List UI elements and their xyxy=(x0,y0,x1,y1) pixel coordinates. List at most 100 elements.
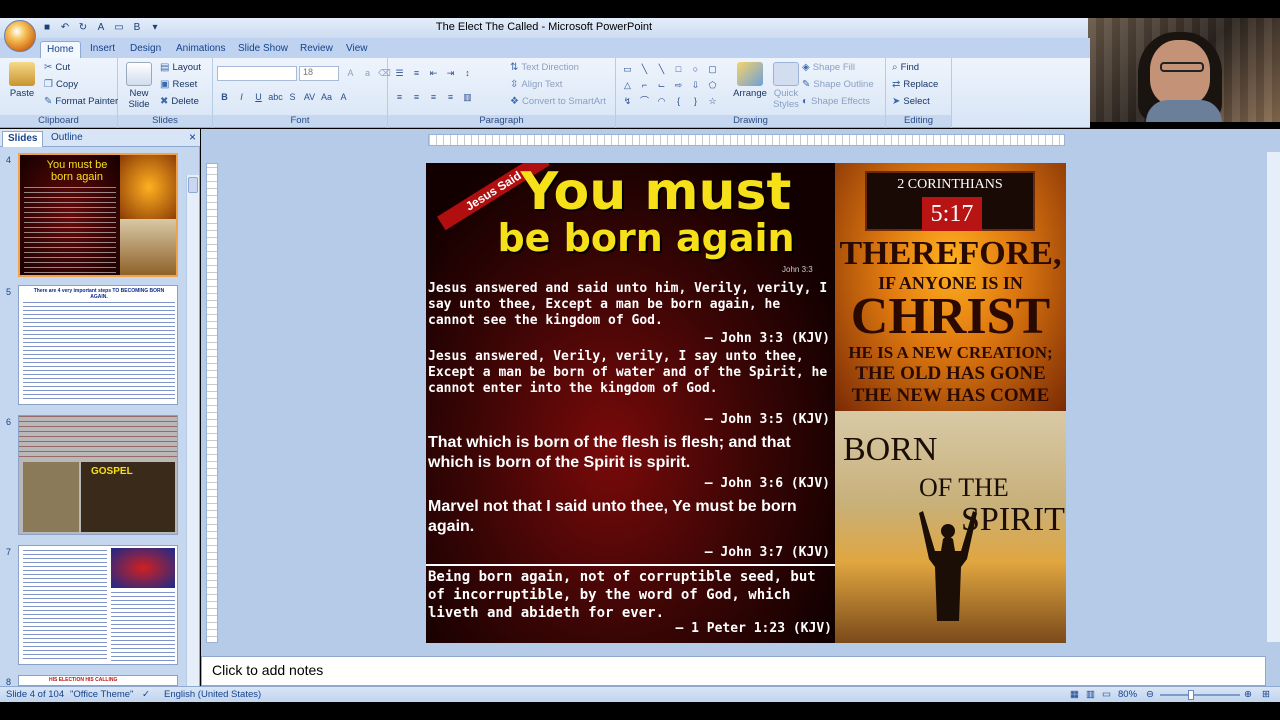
slide-thumbnail-6[interactable]: GOSPEL xyxy=(18,415,178,535)
increase-indent-icon[interactable]: ⇥ xyxy=(443,66,458,80)
corinthians-title: 2 CORINTHIANS xyxy=(897,177,1003,192)
normal-view-icon[interactable]: ▦ xyxy=(1070,689,1079,700)
connector-shape-icon[interactable]: ⌐ xyxy=(637,78,652,92)
lightning-shape-icon[interactable]: ↯ xyxy=(620,94,635,108)
brace2-shape-icon[interactable]: } xyxy=(688,94,703,108)
decrease-indent-icon[interactable]: ⇤ xyxy=(426,66,441,80)
align-center-icon[interactable]: ≡ xyxy=(409,90,424,104)
replace-button[interactable]: ⇄ Replace xyxy=(892,79,938,90)
close-icon[interactable]: × xyxy=(189,130,196,144)
tab-view[interactable]: View xyxy=(340,41,374,58)
shape-fill-button[interactable]: ◈ Shape Fill xyxy=(802,62,855,73)
down-arrow-shape-icon[interactable]: ⇩ xyxy=(688,78,703,92)
copy-button[interactable]: ❐ Copy xyxy=(44,79,78,90)
vertical-ruler[interactable] xyxy=(206,163,218,643)
reset-button[interactable]: ▣ Reset xyxy=(160,79,197,90)
layout-icon: ▤ xyxy=(160,62,170,73)
rectangle-shape-icon[interactable]: □ xyxy=(671,62,686,76)
slide-thumbnail-5[interactable]: There are 4 very important steps TO BECO… xyxy=(18,285,178,405)
thumb-text-lines-2 xyxy=(111,592,175,662)
align-right-icon[interactable]: ≡ xyxy=(426,90,441,104)
editor-scrollbar[interactable] xyxy=(1266,152,1280,642)
zoom-slider-track[interactable] xyxy=(1160,694,1240,696)
slide-sorter-icon[interactable]: ▥ xyxy=(1086,689,1095,700)
tab-home[interactable]: Home xyxy=(40,41,81,58)
justify-icon[interactable]: ≡ xyxy=(443,90,458,104)
line2-shape-icon[interactable]: ╲ xyxy=(654,62,669,76)
font-name-combo[interactable] xyxy=(217,66,297,81)
spellcheck-icon[interactable]: ✓ xyxy=(142,689,150,700)
italic-icon[interactable]: I xyxy=(234,90,249,104)
bold-icon[interactable]: B xyxy=(217,90,232,104)
horizontal-ruler[interactable] xyxy=(428,134,1065,146)
pentagon-shape-icon[interactable]: ⬠ xyxy=(705,78,720,92)
shrink-font-icon[interactable]: a xyxy=(360,66,375,80)
strikethrough-icon[interactable]: abc xyxy=(268,90,283,104)
zoom-in-icon[interactable]: ⊕ xyxy=(1244,689,1252,700)
quick-styles-button[interactable]: Quick Styles xyxy=(770,62,802,110)
arc-shape-icon[interactable]: ◠ xyxy=(654,94,669,108)
line-shape-icon[interactable]: ╲ xyxy=(637,62,652,76)
slide-thumbnail-8[interactable]: HIS ELECTION HIS CALLING xyxy=(18,675,178,686)
arrange-button[interactable]: Arrange xyxy=(732,62,768,99)
tab-design[interactable]: Design xyxy=(124,41,167,58)
zoom-level[interactable]: 80% xyxy=(1118,689,1137,700)
paragraph-group-label: Paragraph xyxy=(388,115,615,127)
triangle-shape-icon[interactable]: △ xyxy=(620,78,635,92)
text-direction-button[interactable]: ⇅ Text Direction xyxy=(510,62,579,73)
font-size-combo[interactable]: 18 xyxy=(299,66,339,81)
oval-shape-icon[interactable]: ○ xyxy=(688,62,703,76)
shape-outline-button[interactable]: ✎ Shape Outline xyxy=(802,79,874,90)
theme-name[interactable]: "Office Theme" xyxy=(70,689,133,700)
tab-review[interactable]: Review xyxy=(294,41,339,58)
slide-thumbnail-7[interactable] xyxy=(18,545,178,665)
tab-animations[interactable]: Animations xyxy=(170,41,231,58)
columns-icon[interactable]: ▥ xyxy=(460,90,475,104)
tab-outline[interactable]: Outline xyxy=(46,131,88,147)
rounded-rect-shape-icon[interactable]: ▢ xyxy=(705,62,720,76)
paste-button[interactable]: Paste xyxy=(6,62,38,99)
bullets-icon[interactable]: ☰ xyxy=(392,66,407,80)
align-left-icon[interactable]: ≡ xyxy=(392,90,407,104)
tab-slides[interactable]: Slides xyxy=(2,131,44,147)
slide-canvas[interactable]: Jesus Said You must be born again John 3… xyxy=(426,163,1066,643)
notes-pane[interactable]: Click to add notes xyxy=(201,656,1266,686)
align-text-button[interactable]: ⇳ Align Text xyxy=(510,79,562,90)
underline-icon[interactable]: U xyxy=(251,90,266,104)
scroll-thumb[interactable] xyxy=(188,177,198,193)
tab-slide-show[interactable]: Slide Show xyxy=(232,41,294,58)
layout-button[interactable]: ▤ Layout xyxy=(160,62,201,73)
change-case-icon[interactable]: Aa xyxy=(319,90,334,104)
star-shape-icon[interactable]: ☆ xyxy=(705,94,720,108)
shadow-icon[interactable]: S xyxy=(285,90,300,104)
tab-insert[interactable]: Insert xyxy=(84,41,121,58)
shape-effects-button[interactable]: ◐ Shape Effects xyxy=(802,96,870,107)
slideshow-view-icon[interactable]: ▭ xyxy=(1102,689,1111,700)
curve-shape-icon[interactable]: ⌒ xyxy=(637,94,652,108)
find-button[interactable]: ⌕ Find xyxy=(892,62,919,73)
thumb-number: 4 xyxy=(6,155,12,165)
select-button[interactable]: ➤ Select xyxy=(892,96,930,107)
font-color-icon[interactable]: A xyxy=(336,90,351,104)
cut-button[interactable]: ✂ Cut xyxy=(44,62,70,73)
format-painter-button[interactable]: ✎ Format Painter xyxy=(44,96,118,107)
language-indicator[interactable]: English (United States) xyxy=(164,689,261,700)
delete-button[interactable]: ✖ Delete xyxy=(160,96,199,107)
textbox-shape-icon[interactable]: ▭ xyxy=(620,62,635,76)
slide-thumbnail-4[interactable]: You must be born again xyxy=(18,153,178,277)
grow-font-icon[interactable]: A xyxy=(343,66,358,80)
office-button[interactable] xyxy=(4,20,36,52)
line-spacing-icon[interactable]: ↕ xyxy=(460,66,475,80)
fit-to-window-icon[interactable]: ⊞ xyxy=(1262,689,1270,700)
elbow-shape-icon[interactable]: ⌙ xyxy=(654,78,669,92)
smartart-button[interactable]: ❖ Convert to SmartArt xyxy=(510,96,606,107)
brace-shape-icon[interactable]: { xyxy=(671,94,686,108)
arrow-shape-icon[interactable]: ⇨ xyxy=(671,78,686,92)
new-slide-button[interactable]: New Slide xyxy=(122,62,156,110)
zoom-slider-thumb[interactable] xyxy=(1188,690,1194,700)
replace-icon: ⇄ xyxy=(892,79,901,90)
numbering-icon[interactable]: ≡ xyxy=(409,66,424,80)
char-spacing-icon[interactable]: AV xyxy=(302,90,317,104)
slides-pane-scrollbar[interactable] xyxy=(186,175,199,686)
zoom-out-icon[interactable]: ⊖ xyxy=(1146,689,1154,700)
